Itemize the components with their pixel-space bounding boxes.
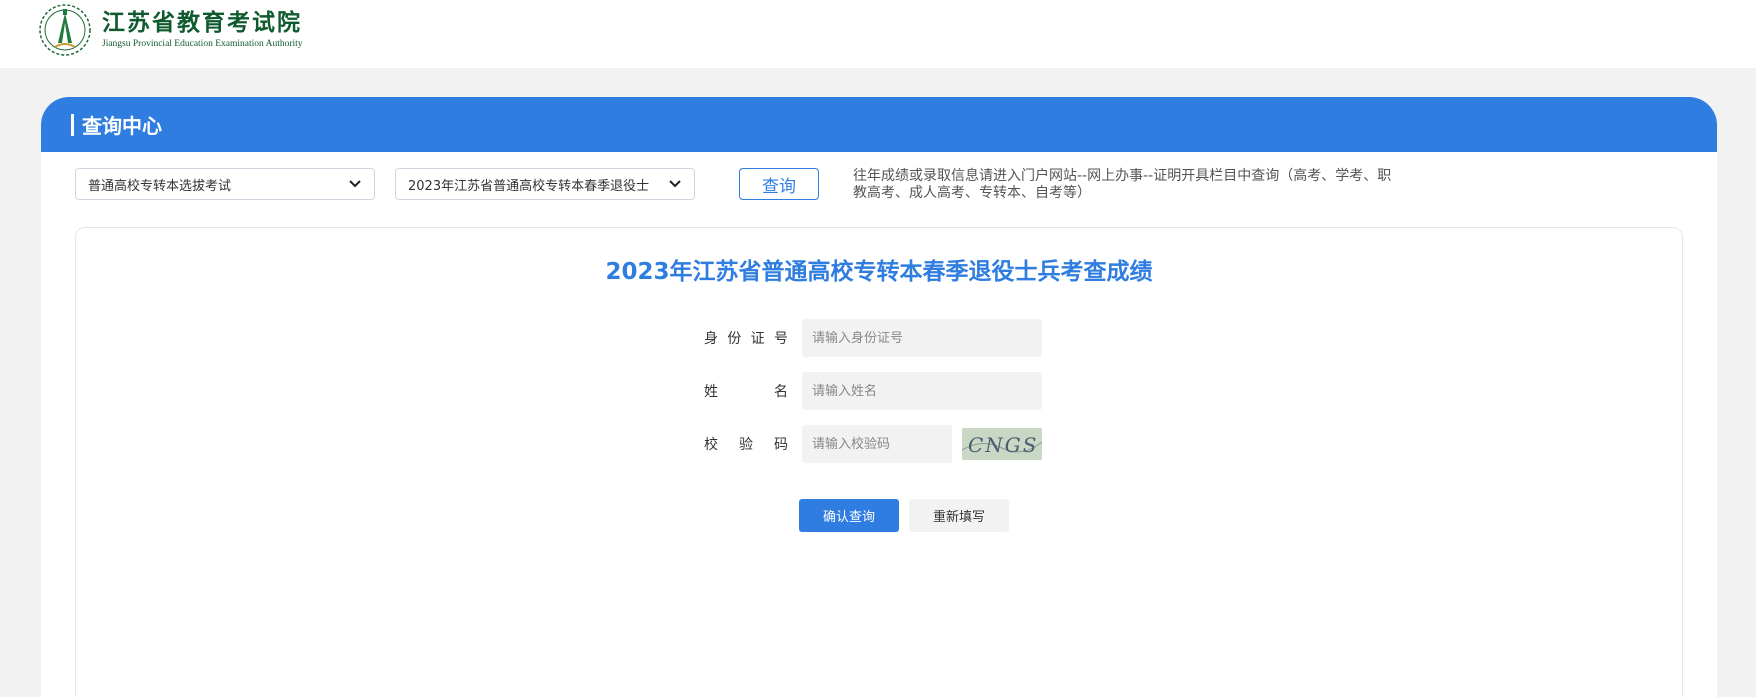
panel-title: 查询中心 (71, 110, 162, 139)
query-center-panel: 查询中心 普通高校专转本选拔考试 2023年江苏省普通高校专转本春季退役士 查询… (41, 97, 1717, 697)
captcha-input[interactable] (802, 425, 952, 463)
form-title: 2023年江苏省普通高校专转本春季退役士兵考查成绩 (605, 259, 1153, 285)
reset-form-button[interactable]: 重新填写 (909, 499, 1009, 532)
exam-type-value: 普通高校专转本选拔考试 (88, 178, 232, 194)
captcha-row: 校 验 码 CNGS (704, 425, 1042, 463)
filter-row: 普通高校专转本选拔考试 2023年江苏省普通高校专转本春季退役士 查询 往年成绩… (41, 168, 1717, 204)
name-label: 姓 名 (704, 384, 788, 400)
id-number-label: 身 份 证 号 (704, 331, 788, 347)
history-notice: 往年成绩或录取信息请进入门户网站--网上办事--证明开具栏目中查询（高考、学考、… (853, 168, 1392, 201)
chevron-down-icon (348, 177, 362, 191)
captcha-label: 校 验 码 (704, 437, 788, 453)
captcha-image[interactable]: CNGS (962, 428, 1042, 460)
chevron-down-icon (668, 177, 682, 191)
top-bar: 江苏省教育考试院 Jiangsu Provincial Education Ex… (0, 0, 1756, 68)
confirm-query-button[interactable]: 确认查询 (799, 499, 899, 532)
exam-session-select[interactable]: 2023年江苏省普通高校专转本春季退役士 (395, 168, 695, 200)
panel-header: 查询中心 (41, 97, 1717, 152)
exam-type-select[interactable]: 普通高校专转本选拔考试 (75, 168, 375, 200)
name-input[interactable] (802, 372, 1042, 410)
logo-title: 江苏省教育考试院 (102, 9, 302, 36)
query-button[interactable]: 查询 (739, 168, 819, 200)
captcha-text: CNGS (968, 433, 1038, 457)
panel-title-text: 查询中心 (82, 114, 162, 138)
title-bar-marker (71, 113, 74, 136)
id-number-input[interactable] (802, 319, 1042, 357)
score-query-card: 2023年江苏省普通高校专转本春季退役士兵考查成绩 身 份 证 号 姓 名 校 … (75, 227, 1683, 697)
exam-session-value: 2023年江苏省普通高校专转本春季退役士 (408, 178, 650, 194)
logo-subtitle: Jiangsu Provincial Education Examination… (102, 39, 303, 49)
emblem-icon (38, 3, 92, 57)
logo-text: 江苏省教育考试院 Jiangsu Provincial Education Ex… (102, 10, 303, 50)
name-row: 姓 名 (704, 372, 1042, 410)
form-actions: 确认查询 重新填写 (799, 499, 1009, 532)
site-logo[interactable]: 江苏省教育考试院 Jiangsu Provincial Education Ex… (38, 2, 303, 58)
id-number-row: 身 份 证 号 (704, 319, 1042, 357)
